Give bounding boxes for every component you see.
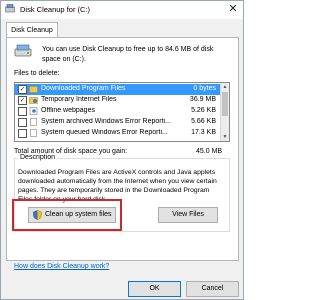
file-size: 5.26 KB (191, 107, 216, 114)
file-size: 36.9 MB (189, 96, 216, 103)
file-name: System queued Windows Error Reporti... (41, 129, 168, 136)
list-item[interactable]: ✓ Temporary Internet Files 36.9 MB (15, 95, 220, 106)
uac-shield-icon (33, 210, 42, 220)
list-item[interactable]: System queued Windows Error Reporti... 1… (15, 128, 220, 139)
close-icon[interactable]: ✕ (226, 2, 240, 16)
view-files-button[interactable]: View Files (158, 207, 218, 223)
file-size: 17.3 KB (191, 129, 216, 136)
clean-up-system-files-label: Clean up system files (45, 211, 112, 218)
file-size: 5.66 KB (191, 118, 216, 125)
checkbox[interactable]: ✓ (18, 96, 27, 105)
description-legend: Description (18, 154, 58, 161)
scroll-thumb[interactable] (222, 92, 228, 116)
list-item[interactable]: ✓ Downloaded Program Files 0 bytes (15, 84, 220, 95)
folder-icon (29, 86, 38, 93)
file-name: Temporary Internet Files (41, 96, 117, 103)
document-icon (30, 129, 37, 137)
ok-button[interactable]: OK (128, 281, 181, 297)
internet-files-icon (29, 97, 38, 104)
tab-disk-cleanup[interactable]: Disk Cleanup (6, 22, 58, 38)
file-name: System archived Windows Error Reporti... (41, 118, 171, 125)
list-item[interactable]: System archived Windows Error Reporti...… (15, 117, 220, 128)
help-link[interactable]: How does Disk Cleanup work? (14, 263, 109, 270)
disk-cleanup-icon (5, 4, 15, 13)
checkbox[interactable] (18, 118, 27, 127)
scroll-up-icon[interactable]: ▲ (221, 83, 229, 91)
files-list[interactable]: ✓ Downloaded Program Files 0 bytes ✓ Tem… (14, 82, 230, 142)
clean-up-system-files-button[interactable]: Clean up system files (28, 207, 116, 223)
file-size: 0 bytes (193, 85, 216, 92)
document-icon (30, 118, 37, 126)
checkbox[interactable]: ✓ (18, 85, 27, 94)
offline-page-icon (29, 107, 38, 115)
checkbox[interactable] (18, 107, 27, 116)
intro-text: You can use Disk Cleanup to free up to 8… (42, 46, 214, 63)
list-item[interactable]: Offline webpages 5.26 KB (15, 106, 220, 117)
list-scrollbar[interactable]: ▲ ▼ (220, 83, 229, 141)
file-name: Downloaded Program Files (41, 85, 126, 92)
drive-icon (14, 44, 32, 57)
files-to-delete-label: Files to delete: (14, 70, 60, 77)
window-title: Disk Cleanup for (C:) (20, 5, 91, 14)
cancel-button[interactable]: Cancel (186, 281, 239, 297)
scroll-down-icon[interactable]: ▼ (221, 133, 229, 141)
checkbox[interactable] (18, 129, 27, 138)
file-name: Offline webpages (41, 107, 95, 114)
total-value: 45.0 MB (196, 148, 223, 155)
